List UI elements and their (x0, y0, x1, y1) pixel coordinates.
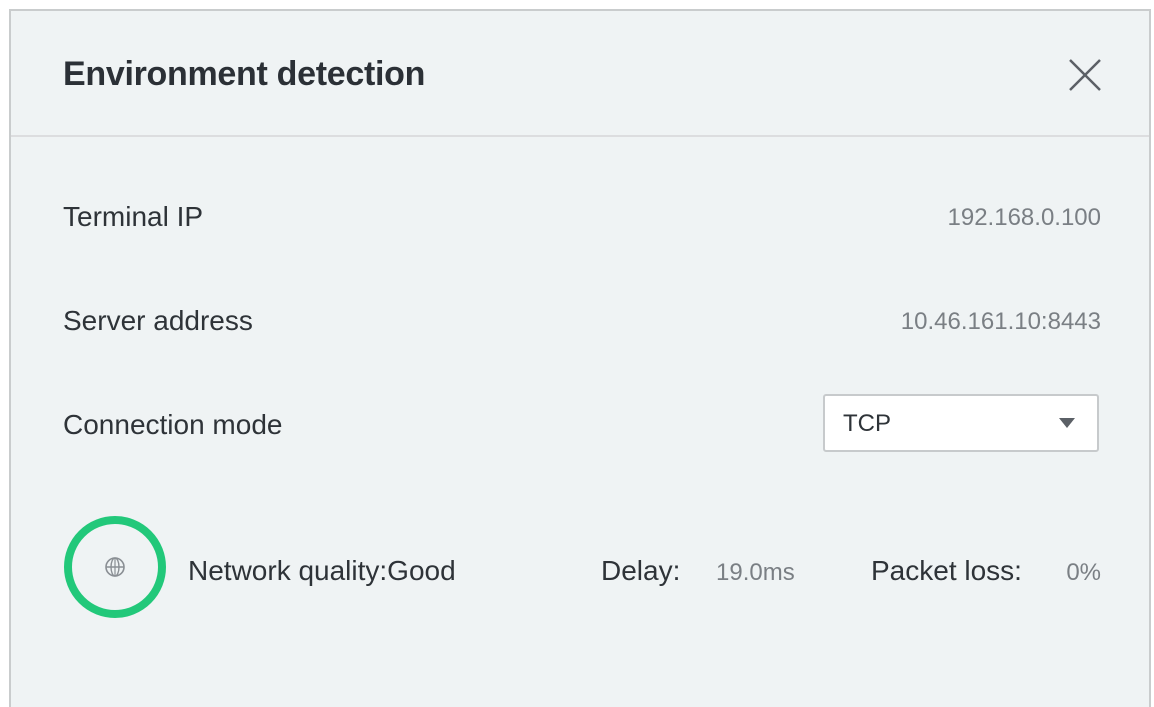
chevron-down-icon (1059, 418, 1075, 428)
dialog-header: Environment detection (11, 11, 1149, 137)
network-quality-indicator (64, 516, 166, 618)
network-quality-text: Network quality:Good (188, 555, 456, 586)
delay-value: 19.0ms (716, 559, 795, 586)
packet-loss-label: Packet loss: (871, 555, 1022, 586)
close-icon (1069, 59, 1101, 91)
close-button[interactable] (1063, 53, 1107, 97)
server-address-value: 10.46.161.10:8443 (900, 308, 1101, 335)
connection-mode-value: TCP (843, 410, 891, 437)
terminal-ip-value: 192.168.0.100 (947, 204, 1101, 231)
dialog-title: Environment detection (63, 55, 426, 93)
delay-label: Delay: (601, 555, 681, 586)
connection-mode-select[interactable]: TCP (823, 394, 1099, 452)
server-address-label: Server address (63, 305, 253, 336)
terminal-ip-label: Terminal IP (63, 201, 204, 232)
packet-loss-value: 0% (1066, 559, 1101, 586)
environment-detection-dialog: Environment detection Terminal IP 192.16… (9, 9, 1151, 707)
connection-mode-label: Connection mode (63, 409, 283, 440)
globe-icon (105, 557, 125, 577)
